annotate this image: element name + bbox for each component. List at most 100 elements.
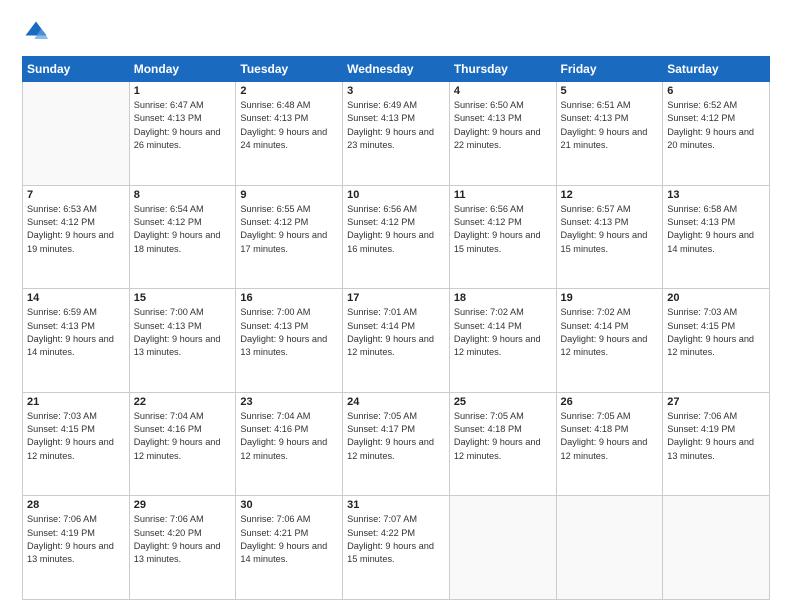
daylight-text: Daylight: 9 hours and 26 minutes. xyxy=(134,126,232,153)
daylight-text: Daylight: 9 hours and 12 minutes. xyxy=(454,436,552,463)
day-info: Sunrise: 6:56 AMSunset: 4:12 PMDaylight:… xyxy=(347,203,445,256)
calendar-day-4: 4Sunrise: 6:50 AMSunset: 4:13 PMDaylight… xyxy=(449,82,556,186)
calendar-day-20: 20 Sunrise: 7:03 AMSunset: 4:15 PMDayligh… xyxy=(663,289,770,393)
sunset-text: Sunset: 4:14 PM xyxy=(347,320,445,333)
day-info: Sunrise: 6:48 AMSunset: 4:13 PMDaylight:… xyxy=(240,99,338,152)
day-number: 3 xyxy=(347,85,445,97)
sunset-text: Sunset: 4:16 PM xyxy=(134,423,232,436)
sunset-text: Sunset: 4:14 PM xyxy=(454,320,552,333)
sunrise-text: Sunrise: 6:47 AM xyxy=(134,99,232,112)
calendar-day-10: 10Sunrise: 6:56 AMSunset: 4:12 PMDayligh… xyxy=(343,185,450,289)
calendar-day-25: 25Sunrise: 7:05 AMSunset: 4:18 PMDayligh… xyxy=(449,392,556,496)
logo xyxy=(22,18,54,46)
sunrise-text: Sunrise: 7:03 AM xyxy=(667,306,765,319)
day-info: Sunrise: 7:01 AMSunset: 4:14 PMDaylight:… xyxy=(347,306,445,359)
day-info: Sunrise: 7:03 AMSunset: 4:15 PMDaylight:… xyxy=(667,306,765,359)
sunrise-text: Sunrise: 6:56 AM xyxy=(347,203,445,216)
day-number: 2 xyxy=(240,85,338,97)
sunset-text: Sunset: 4:13 PM xyxy=(667,216,765,229)
empty-cell xyxy=(23,82,130,186)
sunrise-text: Sunrise: 7:04 AM xyxy=(240,410,338,423)
daylight-text: Daylight: 9 hours and 13 minutes. xyxy=(134,540,232,567)
day-number: 31 xyxy=(347,499,445,511)
sunset-text: Sunset: 4:12 PM xyxy=(667,112,765,125)
sunrise-text: Sunrise: 7:06 AM xyxy=(667,410,765,423)
daylight-text: Daylight: 9 hours and 23 minutes. xyxy=(347,126,445,153)
sunrise-text: Sunrise: 6:53 AM xyxy=(27,203,125,216)
sunset-text: Sunset: 4:17 PM xyxy=(347,423,445,436)
day-number: 27 xyxy=(667,396,765,408)
weekday-header-sunday: Sunday xyxy=(23,57,130,82)
calendar-week-1: 1Sunrise: 6:47 AMSunset: 4:13 PMDaylight… xyxy=(23,82,770,186)
daylight-text: Daylight: 9 hours and 22 minutes. xyxy=(454,126,552,153)
sunrise-text: Sunrise: 6:55 AM xyxy=(240,203,338,216)
logo-icon xyxy=(22,18,50,46)
daylight-text: Daylight: 9 hours and 13 minutes. xyxy=(240,333,338,360)
sunset-text: Sunset: 4:12 PM xyxy=(454,216,552,229)
day-info: Sunrise: 6:51 AMSunset: 4:13 PMDaylight:… xyxy=(561,99,659,152)
sunset-text: Sunset: 4:22 PM xyxy=(347,527,445,540)
day-info: Sunrise: 7:07 AMSunset: 4:22 PMDaylight:… xyxy=(347,513,445,566)
calendar-day-7: 7 Sunrise: 6:53 AMSunset: 4:12 PMDaylight… xyxy=(23,185,130,289)
weekday-header-monday: Monday xyxy=(129,57,236,82)
daylight-text: Daylight: 9 hours and 12 minutes. xyxy=(347,333,445,360)
sunrise-text: Sunrise: 7:05 AM xyxy=(347,410,445,423)
day-number: 24 xyxy=(347,396,445,408)
weekday-header-wednesday: Wednesday xyxy=(343,57,450,82)
weekday-header-friday: Friday xyxy=(556,57,663,82)
day-number: 18 xyxy=(454,292,552,304)
day-info: Sunrise: 7:04 AMSunset: 4:16 PMDaylight:… xyxy=(134,410,232,463)
daylight-text: Daylight: 9 hours and 15 minutes. xyxy=(347,540,445,567)
page: SundayMondayTuesdayWednesdayThursdayFrid… xyxy=(0,0,792,612)
calendar-day-3: 3 Sunrise: 6:49 AMSunset: 4:13 PMDaylight… xyxy=(343,82,450,186)
sunrise-text: Sunrise: 6:56 AM xyxy=(454,203,552,216)
day-info: Sunrise: 7:04 AMSunset: 4:16 PMDaylight:… xyxy=(240,410,338,463)
sunrise-text: Sunrise: 7:02 AM xyxy=(561,306,659,319)
calendar-day-11: 11Sunrise: 6:56 AMSunset: 4:12 PMDayligh… xyxy=(449,185,556,289)
weekday-header-thursday: Thursday xyxy=(449,57,556,82)
day-number: 7 xyxy=(27,189,125,201)
day-info: Sunrise: 6:53 AMSunset: 4:12 PMDaylight:… xyxy=(27,203,125,256)
calendar-day-18: 18 Sunrise: 7:02 AMSunset: 4:14 PMDayligh… xyxy=(449,289,556,393)
daylight-text: Daylight: 9 hours and 21 minutes. xyxy=(561,126,659,153)
daylight-text: Daylight: 9 hours and 15 minutes. xyxy=(561,229,659,256)
sunrise-text: Sunrise: 7:06 AM xyxy=(134,513,232,526)
calendar-day-31: 31 Sunrise: 7:07 AMSunset: 4:22 PMDayligh… xyxy=(343,496,450,600)
daylight-text: Daylight: 9 hours and 15 minutes. xyxy=(454,229,552,256)
day-number: 16 xyxy=(240,292,338,304)
daylight-text: Daylight: 9 hours and 14 minutes. xyxy=(667,229,765,256)
day-info: Sunrise: 7:03 AMSunset: 4:15 PMDaylight:… xyxy=(27,410,125,463)
day-number: 13 xyxy=(667,189,765,201)
day-info: Sunrise: 6:52 AMSunset: 4:12 PMDaylight:… xyxy=(667,99,765,152)
calendar-day-17: 17Sunrise: 7:01 AMSunset: 4:14 PMDayligh… xyxy=(343,289,450,393)
empty-cell xyxy=(663,496,770,600)
sunset-text: Sunset: 4:15 PM xyxy=(667,320,765,333)
day-number: 29 xyxy=(134,499,232,511)
calendar-week-4: 21Sunrise: 7:03 AMSunset: 4:15 PMDayligh… xyxy=(23,392,770,496)
sunset-text: Sunset: 4:13 PM xyxy=(347,112,445,125)
weekday-header-saturday: Saturday xyxy=(663,57,770,82)
sunset-text: Sunset: 4:18 PM xyxy=(561,423,659,436)
sunset-text: Sunset: 4:13 PM xyxy=(561,112,659,125)
day-number: 14 xyxy=(27,292,125,304)
sunset-text: Sunset: 4:16 PM xyxy=(240,423,338,436)
calendar-day-28: 28Sunrise: 7:06 AMSunset: 4:19 PMDayligh… xyxy=(23,496,130,600)
calendar-day-9: 9Sunrise: 6:55 AMSunset: 4:12 PMDaylight… xyxy=(236,185,343,289)
day-number: 20 xyxy=(667,292,765,304)
calendar-day-14: 14Sunrise: 6:59 AMSunset: 4:13 PMDayligh… xyxy=(23,289,130,393)
day-info: Sunrise: 6:54 AMSunset: 4:12 PMDaylight:… xyxy=(134,203,232,256)
day-info: Sunrise: 7:00 AMSunset: 4:13 PMDaylight:… xyxy=(134,306,232,359)
daylight-text: Daylight: 9 hours and 18 minutes. xyxy=(134,229,232,256)
sunset-text: Sunset: 4:13 PM xyxy=(134,320,232,333)
sunrise-text: Sunrise: 6:49 AM xyxy=(347,99,445,112)
sunrise-text: Sunrise: 7:02 AM xyxy=(454,306,552,319)
sunset-text: Sunset: 4:13 PM xyxy=(27,320,125,333)
daylight-text: Daylight: 9 hours and 12 minutes. xyxy=(240,436,338,463)
sunrise-text: Sunrise: 7:07 AM xyxy=(347,513,445,526)
weekday-header-tuesday: Tuesday xyxy=(236,57,343,82)
daylight-text: Daylight: 9 hours and 12 minutes. xyxy=(134,436,232,463)
calendar-day-5: 5Sunrise: 6:51 AMSunset: 4:13 PMDaylight… xyxy=(556,82,663,186)
calendar-day-12: 12Sunrise: 6:57 AMSunset: 4:13 PMDayligh… xyxy=(556,185,663,289)
sunrise-text: Sunrise: 7:05 AM xyxy=(454,410,552,423)
day-info: Sunrise: 7:02 AMSunset: 4:14 PMDaylight:… xyxy=(454,306,552,359)
